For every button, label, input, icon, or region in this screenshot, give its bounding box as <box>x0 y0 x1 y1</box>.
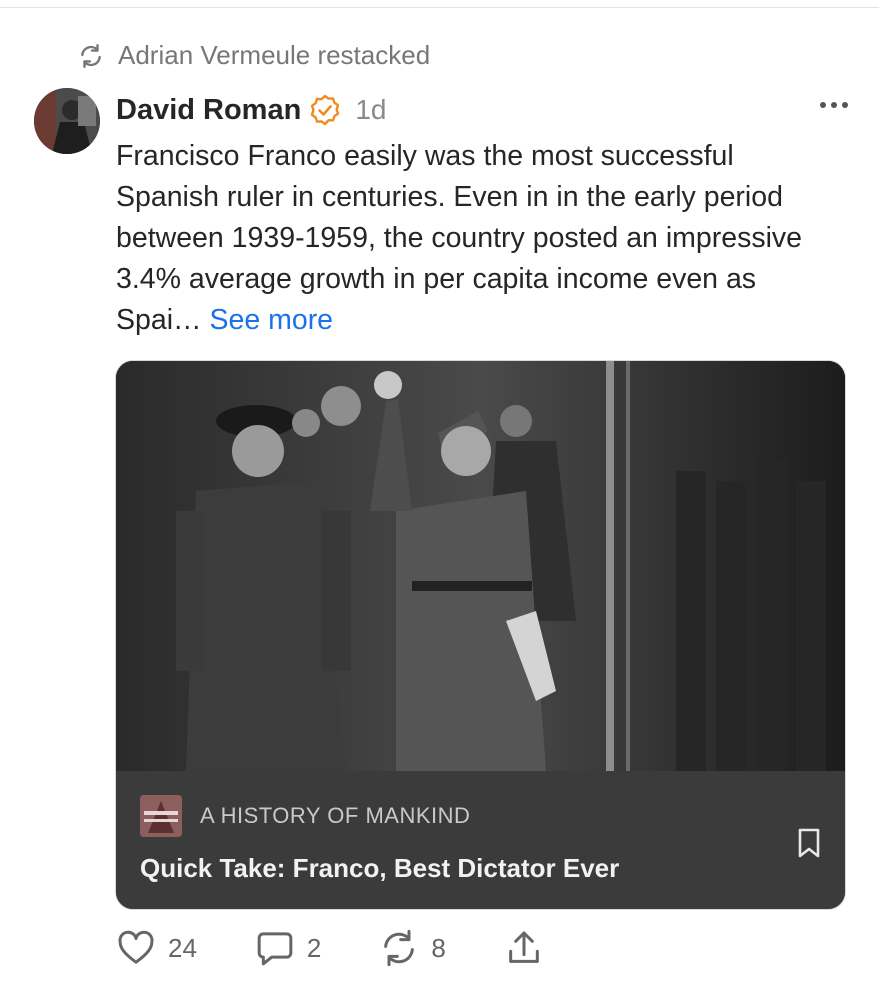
card-title[interactable]: Quick Take: Franco, Best Dictator Ever <box>140 853 619 884</box>
post-body: Francisco Franco easily was the most suc… <box>116 136 836 341</box>
restack-button[interactable]: 8 <box>379 928 446 968</box>
comment-icon <box>257 932 293 966</box>
comment-count: 2 <box>306 932 322 963</box>
heart-icon <box>118 930 154 964</box>
restack-header[interactable]: Adrian Vermeule restacked <box>78 40 430 71</box>
post-byline: David Roman 1d <box>116 88 846 132</box>
like-button[interactable]: 24 <box>116 928 197 968</box>
top-divider <box>0 7 879 8</box>
see-more-link[interactable]: See more <box>209 304 333 336</box>
share-button[interactable] <box>504 928 544 968</box>
verified-check-icon <box>311 94 340 126</box>
publication-row: A HISTORY OF MANKIND <box>140 795 470 837</box>
restack-count: 8 <box>431 932 446 963</box>
like-count: 24 <box>168 932 197 963</box>
post-link-card[interactable]: A HISTORY OF MANKIND Quick Take: Franco,… <box>115 360 846 910</box>
comment-button[interactable]: 2 <box>255 928 321 968</box>
card-image <box>116 361 845 771</box>
author-avatar[interactable] <box>34 88 100 154</box>
restack-text: Adrian Vermeule restacked <box>118 40 431 70</box>
author-name[interactable]: David Roman <box>116 94 301 127</box>
restack-icon <box>81 43 101 68</box>
post-actions: 24 2 8 <box>116 928 602 968</box>
more-horizontal-icon[interactable] <box>820 102 848 108</box>
publication-logo <box>140 795 182 837</box>
share-icon <box>509 931 539 963</box>
card-footer: A HISTORY OF MANKIND Quick Take: Franco,… <box>116 771 845 909</box>
publication-name[interactable]: A HISTORY OF MANKIND <box>200 803 470 829</box>
post: David Roman 1d Francisco Franco easily w… <box>116 88 848 341</box>
bookmark-icon[interactable] <box>797 827 821 859</box>
post-time: 1d <box>355 94 387 125</box>
restack-icon <box>384 929 415 967</box>
